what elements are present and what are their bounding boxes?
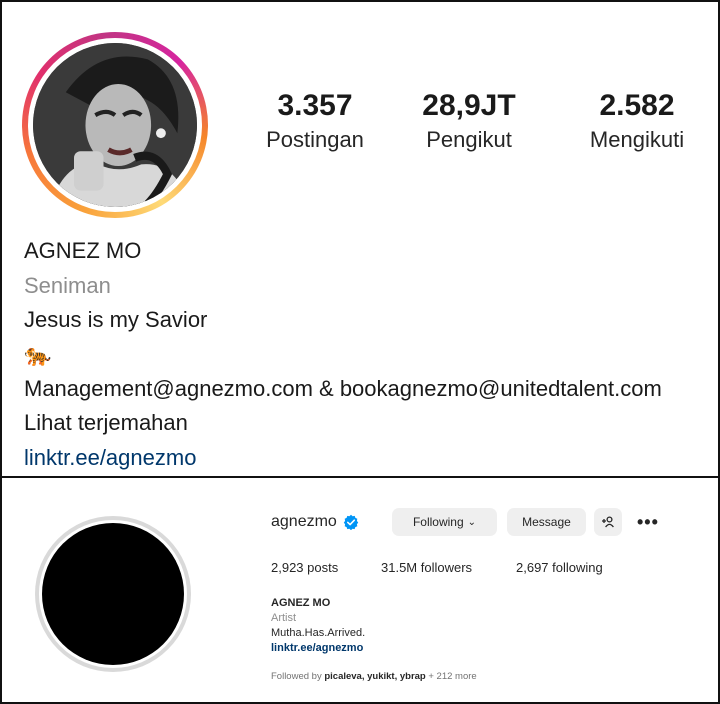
bio-text: Jesus is my Savior <box>24 307 208 332</box>
message-button[interactable]: Message <box>507 508 586 536</box>
following-button-label: Following <box>412 515 464 529</box>
stat-following-en[interactable]: 2,697 following <box>516 560 603 575</box>
stat-followers-label: Pengikut <box>426 127 512 152</box>
profile-bio: AGNEZ MO Seniman Jesus is my Savior 🐅 Ma… <box>24 234 662 475</box>
verified-badge-icon <box>343 514 359 530</box>
profile-stats: 3.357 Postingan 28,9JT Pengikut 2.582 Me… <box>234 86 714 166</box>
profile-name-en: AGNEZ MO <box>271 597 331 609</box>
avatar-gap <box>28 38 202 212</box>
stat-followers[interactable]: 28,9JT Pengikut <box>394 86 544 154</box>
bio-contact: Management@agnezmo.com & bookagnezmo@uni… <box>24 375 662 401</box>
bio-link[interactable]: linktr.ee/agnezmo <box>24 441 662 476</box>
stat-following[interactable]: 2.582 Mengikuti <box>562 86 712 154</box>
profile-photo-black <box>42 523 184 665</box>
followed-by-names: picaleva, yukikt, ybrap <box>324 671 426 682</box>
avatar-gap <box>39 520 187 668</box>
bio-link-en[interactable]: linktr.ee/agnezmo <box>271 641 365 656</box>
stat-following-label: Mengikuti <box>589 127 685 152</box>
tiger-icon: 🐅 <box>24 341 52 367</box>
profile-avatar-blacked-out[interactable] <box>35 516 191 672</box>
more-options-icon[interactable]: ••• <box>637 508 659 536</box>
chevron-down-icon: ⌄ <box>467 516 477 528</box>
suggest-user-button[interactable] <box>594 508 622 536</box>
bio-text-en: Mutha.Has.Arrived. <box>271 627 366 639</box>
stat-followers-en[interactable]: 31.5M followers <box>381 560 472 575</box>
message-button-label: Message <box>522 515 571 529</box>
profile-category: Seniman <box>24 272 111 298</box>
profile-category-en: Artist <box>271 612 297 624</box>
followed-by-more: + 212 more <box>428 671 477 682</box>
profile-name: AGNEZ MO <box>24 238 142 263</box>
profile-photo <box>33 43 197 207</box>
add-person-icon <box>602 516 614 528</box>
profile-bio-en: AGNEZ MO Artist Mutha.Has.Arrived. linkt… <box>271 596 365 656</box>
following-button[interactable]: Following ⌄ <box>392 508 497 536</box>
stat-posts-en[interactable]: 2,923 posts <box>271 560 338 575</box>
username-row: agnezmo <box>271 508 359 536</box>
stat-posts[interactable]: 3.357 Postingan <box>240 86 390 154</box>
translate-link[interactable]: Lihat terjemahan <box>24 406 662 441</box>
bottom-profile-panel: agnezmo Following ⌄ Message ••• 2,923 po… <box>0 476 720 704</box>
stat-posts-label: Postingan <box>266 127 364 152</box>
stat-posts-value: 3.357 <box>277 89 353 122</box>
profile-avatar[interactable] <box>22 32 208 218</box>
followed-by-prefix: Followed by <box>271 671 322 682</box>
followed-by-text[interactable]: Followed by picaleva, yukikt, ybrap + 21… <box>271 671 477 682</box>
top-profile-panel: 3.357 Postingan 28,9JT Pengikut 2.582 Me… <box>0 0 720 478</box>
stat-followers-value: 28,9JT <box>422 89 516 122</box>
profile-photo-illustration <box>33 43 197 207</box>
stat-following-value: 2.582 <box>599 89 675 122</box>
username[interactable]: agnezmo <box>271 513 337 531</box>
